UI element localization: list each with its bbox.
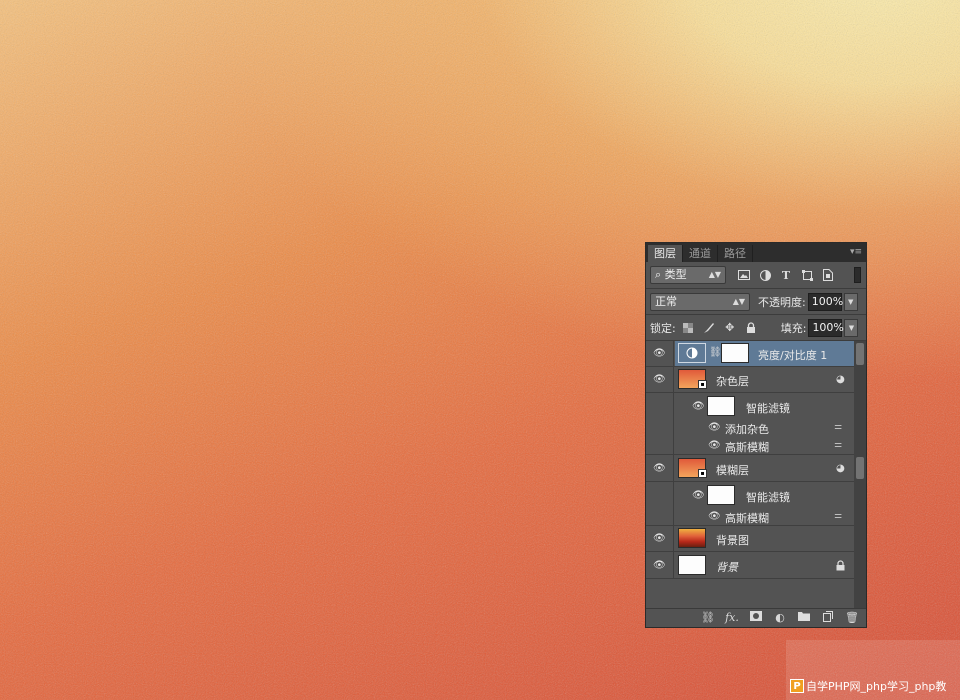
eye-icon[interactable]: 👁: [708, 512, 722, 522]
watermark-logo: P: [790, 679, 804, 693]
link-layers-icon[interactable]: ⛓: [700, 611, 716, 625]
layer-thumbnail[interactable]: [678, 528, 706, 548]
adjustment-thumbnail[interactable]: [678, 343, 706, 363]
eye-icon[interactable]: 👁: [692, 491, 706, 501]
filter-kind-label: 类型: [664, 268, 687, 281]
tab-paths[interactable]: 路径: [718, 245, 753, 262]
layer-name: 高斯模糊: [725, 512, 769, 525]
filter-blending-options-icon[interactable]: ⚌: [834, 512, 846, 521]
eye-icon[interactable]: 👁: [653, 561, 667, 571]
panel-footer: ⛓ fx. ◐ 🗑: [646, 608, 866, 627]
layer-name: 高斯模糊: [725, 441, 769, 454]
layer-row-filter-add-noise[interactable]: 👁 添加杂色 ⚌: [646, 419, 854, 437]
watermark: P 自学PHP网_php学习_php教: [790, 676, 946, 696]
fill-input[interactable]: 100%: [808, 318, 844, 337]
delete-layer-icon[interactable]: 🗑: [844, 611, 860, 625]
adjustment-layer-icon[interactable]: ◐: [772, 611, 788, 625]
smart-filter-mask-thumbnail[interactable]: [707, 396, 735, 416]
watermark-text: 自学PHP网_php学习_php教: [806, 680, 947, 693]
layer-name: 模糊层: [716, 464, 749, 477]
layers-panel: 图层 通道 路径 ▾≡ ⌕ 类型 ▲▼ T 正常 ▲▼ 不透明度: 100% ▼…: [645, 242, 867, 628]
tab-layers[interactable]: 图层: [648, 245, 683, 262]
panel-tab-bar: 图层 通道 路径 ▾≡: [646, 243, 866, 262]
layer-row-blur-layer[interactable]: 👁 ▪ 模糊层 ◕: [646, 455, 854, 482]
eye-icon[interactable]: 👁: [708, 441, 722, 451]
lock-label: 锁定:: [650, 321, 676, 335]
eye-icon[interactable]: 👁: [692, 402, 706, 412]
eye-column: [646, 482, 674, 508]
layer-row-filter-gaussian-blur[interactable]: 👁 高斯模糊 ⚌: [646, 508, 854, 526]
opacity-input[interactable]: 100%: [807, 292, 843, 311]
opacity-slider-toggle[interactable]: ▼: [843, 292, 858, 311]
adjustment-filter-icon[interactable]: [757, 267, 773, 283]
add-mask-icon[interactable]: [748, 611, 764, 625]
filter-row: ⌕ 类型 ▲▼ T: [646, 262, 866, 289]
layer-name: 杂色层: [716, 375, 749, 388]
lock-icon: [836, 560, 846, 571]
fill-label: 填充:: [780, 321, 807, 335]
scroll-thumb[interactable]: [856, 343, 864, 365]
layer-name: 亮度/对比度 1: [758, 349, 828, 362]
search-icon: ⌕: [655, 268, 662, 281]
smart-filters-indicator-icon[interactable]: ◕: [836, 464, 846, 474]
smart-filter-mask-thumbnail[interactable]: [707, 485, 735, 505]
chevron-updown-icon: ▲▼: [708, 270, 721, 279]
eye-column: [646, 437, 674, 454]
filter-blending-options-icon[interactable]: ⚌: [834, 441, 846, 450]
eye-icon[interactable]: 👁: [653, 349, 667, 359]
panel-menu-icon[interactable]: ▾≡: [850, 246, 862, 258]
layer-row-noise-layer[interactable]: 👁 ▪ 杂色层 ◕: [646, 367, 854, 393]
chevron-updown-icon: ▲▼: [732, 296, 745, 306]
lock-transparent-pixels-icon[interactable]: [680, 320, 696, 336]
opacity-label: 不透明度:: [758, 295, 806, 309]
image-filter-icon[interactable]: [736, 267, 752, 283]
lock-image-pixels-icon[interactable]: [701, 320, 717, 336]
layer-row-background-image[interactable]: 👁 背景图: [646, 526, 854, 552]
adjustment-icon: [686, 347, 698, 359]
blend-mode-value: 正常: [655, 294, 677, 308]
eye-column: [646, 508, 674, 525]
scroll-thumb[interactable]: [856, 457, 864, 479]
mask-thumbnail[interactable]: [721, 343, 749, 363]
new-group-icon[interactable]: [796, 611, 812, 625]
smart-filters-indicator-icon[interactable]: ◕: [836, 375, 846, 385]
eye-icon[interactable]: 👁: [653, 534, 667, 544]
link-chain-icon[interactable]: ⛓: [709, 347, 722, 358]
shape-filter-icon[interactable]: [799, 267, 815, 283]
layer-name: 智能滤镜: [746, 491, 790, 504]
layer-row-brightness-contrast[interactable]: 👁 ⛓ 亮度/对比度 1: [646, 341, 854, 367]
type-filter-icon[interactable]: T: [778, 267, 794, 283]
layer-thumbnail[interactable]: [678, 555, 706, 575]
layer-row-filter-gaussian-blur[interactable]: 👁 高斯模糊 ⚌: [646, 437, 854, 455]
layer-name: 添加杂色: [725, 423, 769, 436]
eye-column: [646, 419, 674, 437]
new-layer-icon[interactable]: [820, 611, 836, 625]
layer-name: 背景: [716, 561, 738, 574]
lock-position-icon[interactable]: ✥: [722, 320, 738, 336]
fill-slider-toggle[interactable]: ▼: [844, 318, 859, 337]
lock-all-icon[interactable]: [743, 320, 759, 336]
blend-row: 正常 ▲▼ 不透明度: 100% ▼: [646, 289, 866, 315]
layer-name: 背景图: [716, 534, 749, 547]
filter-blending-options-icon[interactable]: ⚌: [834, 423, 846, 432]
layer-row-smart-filters[interactable]: 👁 智能滤镜: [646, 482, 854, 508]
layer-list-scrollbar[interactable]: [854, 341, 866, 609]
tab-channels[interactable]: 通道: [683, 245, 718, 262]
eye-icon[interactable]: 👁: [653, 464, 667, 474]
smart-object-badge-icon: ▪: [698, 380, 707, 389]
layer-list: 👁 ⛓ 亮度/对比度 1 👁 ▪ 杂色层 ◕ 👁 智能滤镜 👁 添加杂色 ⚌ 👁…: [646, 341, 866, 609]
smart-object-badge-icon: ▪: [698, 469, 707, 478]
layer-row-background[interactable]: 👁 背景: [646, 552, 854, 579]
eye-column: [646, 393, 674, 419]
lock-row: 锁定: ✥ 填充: 100% ▼: [646, 315, 866, 341]
filter-kind-dropdown[interactable]: ⌕ 类型 ▲▼: [650, 266, 726, 284]
filter-toggle-switch[interactable]: [854, 267, 861, 283]
fx-icon[interactable]: fx.: [724, 611, 740, 625]
layer-row-smart-filters[interactable]: 👁 智能滤镜: [646, 393, 854, 419]
smart-object-filter-icon[interactable]: [820, 267, 836, 283]
blend-mode-dropdown[interactable]: 正常 ▲▼: [650, 292, 750, 311]
eye-icon[interactable]: 👁: [708, 423, 722, 433]
layer-name: 智能滤镜: [746, 402, 790, 415]
eye-icon[interactable]: 👁: [653, 375, 667, 385]
